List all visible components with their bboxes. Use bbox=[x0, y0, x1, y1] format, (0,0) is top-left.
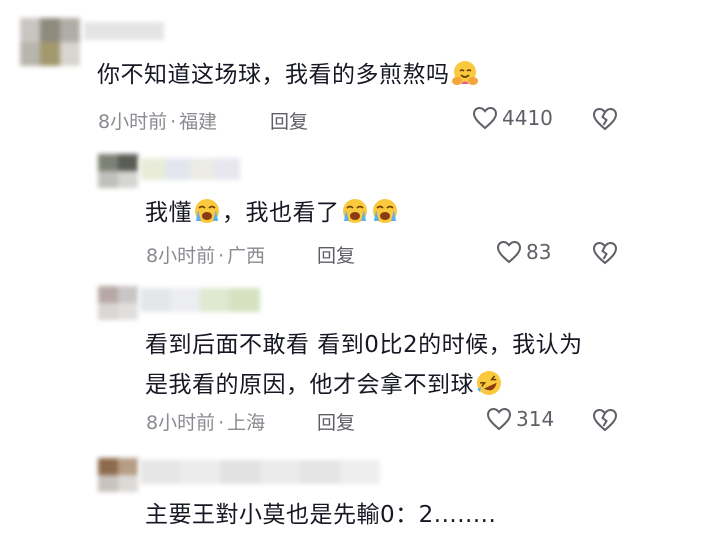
meta-separator: · bbox=[170, 111, 177, 133]
comment-time: 8小时前 bbox=[146, 412, 216, 434]
hugging-face-emoji bbox=[451, 61, 478, 85]
like-button[interactable]: 83 bbox=[496, 240, 551, 264]
meta-separator: · bbox=[218, 412, 225, 434]
reply-text-part: ，我也看了 bbox=[222, 200, 340, 226]
reply-button[interactable]: 回复 bbox=[317, 408, 355, 435]
loudly-crying-face-emoji bbox=[195, 199, 219, 223]
comment-text: 你不知道这场球，我看的多煎熬吗 bbox=[97, 55, 480, 95]
heart-outline-icon bbox=[496, 240, 522, 264]
reply-item: 我懂 ，我也看了 8小时前 · 广西 回复 83 bbox=[0, 150, 709, 280]
reply-meta: 8小时前 · 广西 回复 bbox=[146, 241, 446, 268]
reply-button[interactable]: 回复 bbox=[317, 241, 355, 268]
reply-text-line: 看到后面不敢看 看到0比2的时候，我认为 bbox=[145, 332, 583, 358]
loudly-crying-face-emoji bbox=[342, 199, 367, 223]
reply-text: 看到后面不敢看 看到0比2的时候，我认为 是我看的原因，他才会拿不到球 bbox=[145, 325, 583, 405]
comment-item: 你不知道这场球，我看的多煎熬吗 8小时前 · 福建 回复 4410 bbox=[0, 0, 709, 150]
meta-separator: · bbox=[218, 245, 225, 267]
reply-text-part: 我懂 bbox=[145, 200, 192, 226]
avatar[interactable] bbox=[20, 18, 80, 66]
comment-location: 广西 bbox=[227, 245, 266, 267]
rolling-on-floor-laughing-emoji bbox=[477, 371, 501, 395]
like-count: 4410 bbox=[502, 106, 553, 130]
heart-outline-icon bbox=[486, 407, 512, 431]
avatar[interactable] bbox=[98, 154, 138, 188]
reply-item: 主要王對小莫也是先輸0：2........ bbox=[0, 450, 709, 538]
comment-time: 8小时前 bbox=[98, 111, 168, 133]
like-button[interactable]: 314 bbox=[486, 407, 554, 431]
comment-location: 上海 bbox=[227, 412, 266, 434]
like-button[interactable]: 4410 bbox=[472, 106, 553, 130]
comment-time: 8小时前 bbox=[146, 245, 216, 267]
username[interactable] bbox=[84, 22, 164, 40]
comment-text-body: 你不知道这场球，我看的多煎熬吗 bbox=[97, 62, 450, 88]
avatar[interactable] bbox=[98, 458, 138, 492]
comment-meta: 8小时前 · 福建 回复 bbox=[98, 107, 398, 134]
broken-heart-outline-icon[interactable] bbox=[592, 241, 618, 265]
reply-text-line: 是我看的原因，他才会拿不到球 bbox=[145, 372, 474, 398]
reply-item: 看到后面不敢看 看到0比2的时候，我认为 是我看的原因，他才会拿不到球 8小时前… bbox=[0, 280, 709, 450]
loudly-crying-face-emoji bbox=[372, 199, 397, 223]
reply-meta: 8小时前 · 上海 回复 bbox=[146, 408, 446, 435]
like-count: 314 bbox=[516, 407, 555, 431]
username[interactable] bbox=[140, 460, 380, 484]
reply-button[interactable]: 回复 bbox=[270, 107, 308, 134]
username[interactable] bbox=[140, 288, 260, 312]
avatar[interactable] bbox=[98, 286, 138, 320]
comment-location: 福建 bbox=[179, 111, 218, 133]
reply-text: 我懂 ，我也看了 bbox=[145, 193, 400, 233]
username[interactable] bbox=[140, 158, 240, 180]
reply-text: 主要王對小莫也是先輸0：2........ bbox=[145, 502, 497, 528]
like-count: 83 bbox=[526, 240, 552, 264]
broken-heart-outline-icon[interactable] bbox=[592, 408, 618, 432]
broken-heart-outline-icon[interactable] bbox=[592, 107, 618, 131]
comment-thread: 你不知道这场球，我看的多煎熬吗 8小时前 · 福建 回复 4410 我懂 ，我也… bbox=[0, 0, 709, 538]
reply-text-line-wrap: 是我看的原因，他才会拿不到球 bbox=[145, 365, 583, 405]
heart-outline-icon bbox=[472, 106, 498, 130]
